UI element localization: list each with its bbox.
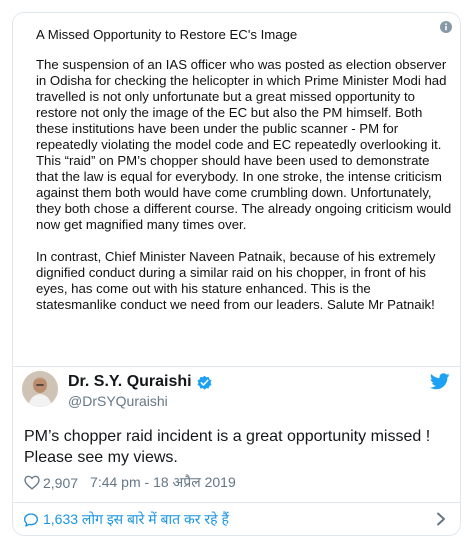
- tweet-image[interactable]: A Missed Opportunity to Restore EC's Ima…: [13, 13, 460, 367]
- tweet-card: A Missed Opportunity to Restore EC's Ima…: [12, 12, 461, 536]
- verified-badge-icon: [197, 375, 212, 390]
- tweet-timestamp[interactable]: 7:44 pm - 18 अप्रैल 2019: [90, 473, 236, 492]
- statement-document: A Missed Opportunity to Restore EC's Ima…: [36, 27, 456, 329]
- tweet-header: Dr. S.Y. Quraishi @DrSYQuraishi: [22, 371, 452, 423]
- twitter-bird-icon[interactable]: [430, 373, 450, 390]
- document-title: A Missed Opportunity to Restore EC's Ima…: [36, 27, 298, 42]
- avatar[interactable]: [22, 371, 58, 407]
- speech-bubble-icon: [24, 512, 38, 527]
- tweet-meta: 2,907 7:44 pm - 18 अप्रैल 2019: [24, 473, 236, 492]
- document-paragraph: In contrast, Chief Minister Naveen Patna…: [36, 249, 436, 312]
- document-paragraph: The suspension of an IAS officer who was…: [36, 57, 452, 232]
- like-count[interactable]: 2,907: [43, 475, 78, 491]
- author-name[interactable]: Dr. S.Y. Quraishi: [68, 373, 192, 391]
- conversation-link[interactable]: 1,633 लोग इस बारे में बात कर रहे हैं: [23, 510, 229, 529]
- heart-icon[interactable]: [24, 475, 40, 490]
- conversation-label[interactable]: 1,633 लोग इस बारे में बात कर रहे हैं: [43, 510, 229, 529]
- author-name-row[interactable]: Dr. S.Y. Quraishi: [68, 373, 213, 391]
- tweet-footer: 1,633 लोग इस बारे में बात कर रहे हैं: [13, 502, 460, 535]
- tweet-text: PM’s chopper raid incident is a great op…: [24, 428, 431, 466]
- chevron-right-icon[interactable]: [436, 512, 446, 526]
- author-handle[interactable]: @DrSYQuraishi: [68, 393, 168, 409]
